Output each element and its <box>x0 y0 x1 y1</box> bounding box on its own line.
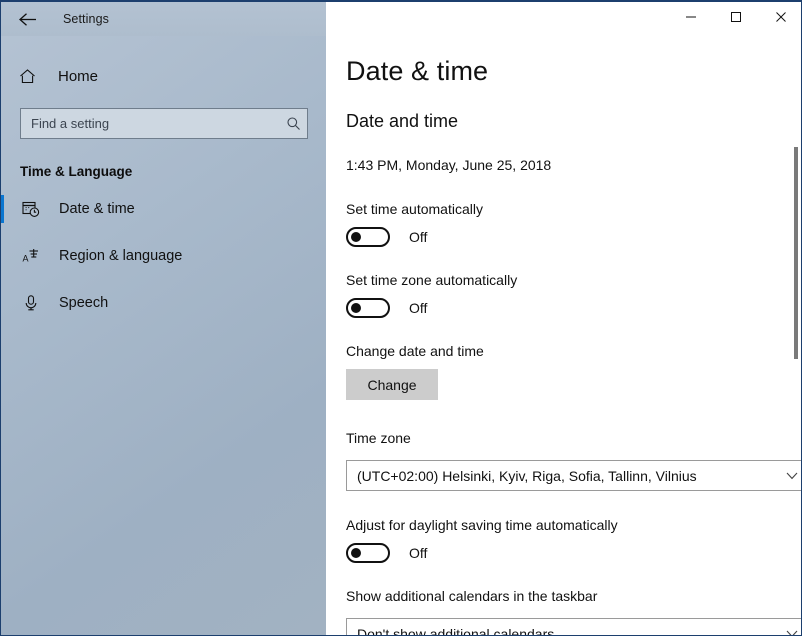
daylight-saving-toggle[interactable] <box>346 543 390 563</box>
daylight-saving-label: Adjust for daylight saving time automati… <box>346 517 802 533</box>
toggle-knob <box>351 303 361 313</box>
change-date-time-label: Change date and time <box>346 343 802 359</box>
section-title: Date and time <box>346 111 802 132</box>
home-icon <box>19 68 41 85</box>
page-title: Date & time <box>346 56 802 87</box>
set-time-automatically-label: Set time automatically <box>346 201 802 217</box>
time-zone-dropdown[interactable]: (UTC+02:00) Helsinki, Kyiv, Riga, Sofia,… <box>346 460 802 491</box>
toggle-knob <box>351 232 361 242</box>
sidebar-home-label: Home <box>58 68 98 85</box>
sidebar-item-region-language[interactable]: A Region & language <box>1 238 326 274</box>
svg-text:A: A <box>23 254 29 264</box>
sidebar-item-speech[interactable]: Speech <box>1 285 326 321</box>
back-arrow-icon[interactable] <box>13 4 43 34</box>
selection-indicator <box>1 195 4 223</box>
minimize-button[interactable] <box>668 2 713 32</box>
additional-calendars-value: Don't show additional calendars <box>347 626 554 636</box>
sidebar-item-label: Region & language <box>59 248 182 264</box>
title-bar-left: Settings <box>1 2 326 36</box>
daylight-saving-state: Off <box>409 545 427 561</box>
calendar-clock-icon <box>20 200 42 218</box>
set-time-automatically-state: Off <box>409 229 427 245</box>
time-zone-value: (UTC+02:00) Helsinki, Kyiv, Riga, Sofia,… <box>347 468 697 484</box>
close-button[interactable] <box>758 2 802 32</box>
search-input[interactable]: Find a setting <box>20 108 308 139</box>
vertical-scrollbar[interactable] <box>788 36 800 636</box>
settings-window: Home Find a setting Time & Language <box>0 0 802 636</box>
time-zone-label: Time zone <box>346 430 802 446</box>
scrollbar-thumb[interactable] <box>794 147 798 359</box>
search-placeholder: Find a setting <box>21 116 279 131</box>
sidebar-item-home[interactable]: Home <box>1 59 326 93</box>
set-timezone-automatically-toggle[interactable] <box>346 298 390 318</box>
sidebar-group-title: Time & Language <box>20 164 326 179</box>
additional-calendars-dropdown[interactable]: Don't show additional calendars <box>346 618 802 636</box>
set-time-automatically-toggle[interactable] <box>346 227 390 247</box>
current-datetime: 1:43 PM, Monday, June 25, 2018 <box>346 157 802 173</box>
title-bar: Settings <box>1 2 802 36</box>
sidebar-item-label: Date & time <box>59 201 135 217</box>
set-timezone-automatically-state: Off <box>409 300 427 316</box>
set-time-automatically-row: Off <box>346 227 802 247</box>
maximize-button[interactable] <box>713 2 758 32</box>
set-timezone-automatically-row: Off <box>346 298 802 318</box>
microphone-icon <box>20 294 42 312</box>
daylight-saving-row: Off <box>346 543 802 563</box>
sidebar: Home Find a setting Time & Language <box>1 2 326 636</box>
set-timezone-automatically-label: Set time zone automatically <box>346 272 802 288</box>
sidebar-item-date-time[interactable]: Date & time <box>1 191 326 227</box>
selection-indicator <box>1 289 4 317</box>
language-icon: A <box>20 247 42 265</box>
search-icon[interactable] <box>279 116 307 131</box>
change-button[interactable]: Change <box>346 369 438 400</box>
toggle-knob <box>351 548 361 558</box>
sidebar-item-label: Speech <box>59 295 108 311</box>
selection-indicator <box>1 242 4 270</box>
window-controls <box>326 2 802 36</box>
additional-calendars-label: Show additional calendars in the taskbar <box>346 588 802 604</box>
sidebar-nav: Date & time A Region & language <box>1 191 326 321</box>
main-content: Date & time Date and time 1:43 PM, Monda… <box>326 36 802 636</box>
window-title: Settings <box>63 12 109 26</box>
